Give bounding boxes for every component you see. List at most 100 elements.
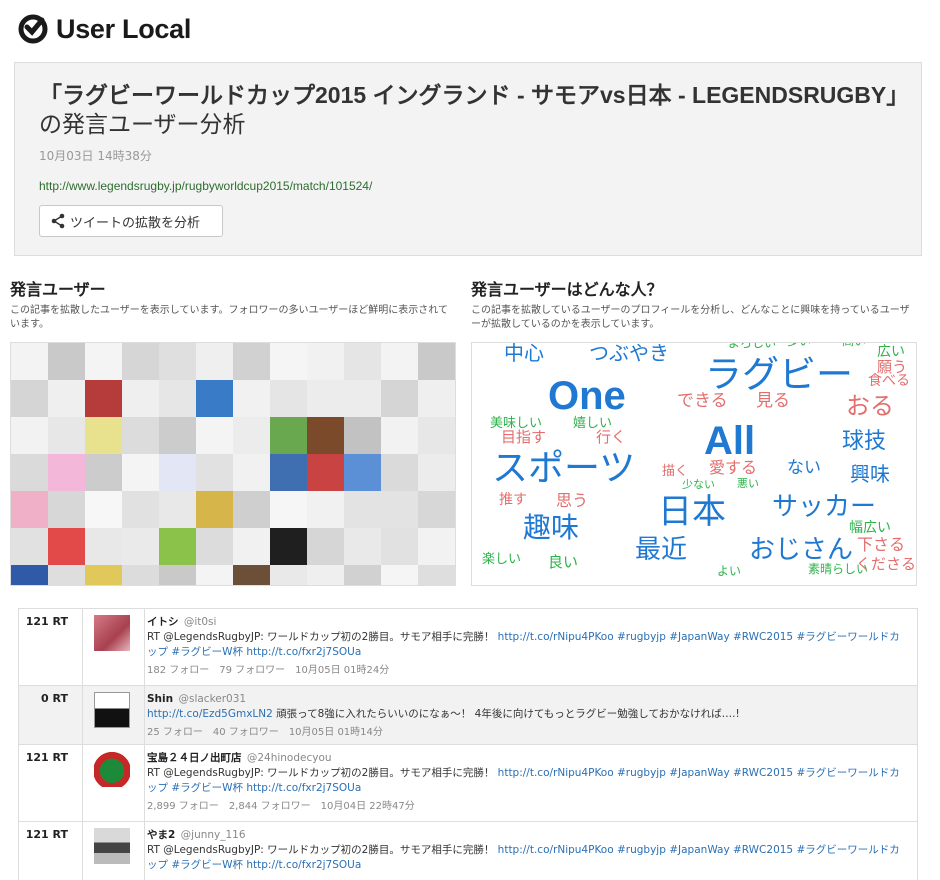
- word-cloud-term[interactable]: One: [548, 376, 626, 416]
- word-cloud-term[interactable]: 多い: [787, 343, 811, 347]
- word-cloud-term[interactable]: 楽しい: [482, 553, 521, 566]
- user-avatar-tile[interactable]: [270, 565, 307, 585]
- user-avatar-tile[interactable]: [196, 417, 233, 454]
- user-avatar-tile[interactable]: [159, 528, 196, 565]
- word-cloud-term[interactable]: 中心: [504, 343, 544, 363]
- word-cloud-term[interactable]: おじさん: [749, 537, 853, 563]
- user-avatar-tile[interactable]: [270, 454, 307, 491]
- word-cloud-term[interactable]: サッカー: [772, 494, 876, 520]
- tweet-user-handle[interactable]: @it0si: [184, 616, 217, 628]
- user-avatar-tile[interactable]: [11, 528, 48, 565]
- user-avatar-tile[interactable]: [307, 491, 344, 528]
- user-avatar-tile[interactable]: [233, 343, 270, 380]
- user-avatar-tile[interactable]: [196, 491, 233, 528]
- user-avatar-tile[interactable]: [48, 417, 85, 454]
- word-cloud-term[interactable]: 食べる: [868, 374, 910, 388]
- tweet-user-name[interactable]: イトシ: [147, 616, 179, 628]
- user-avatar-tile[interactable]: [418, 417, 455, 454]
- word-cloud-term[interactable]: 下さる: [857, 537, 905, 553]
- user-avatar-tile[interactable]: [85, 343, 122, 380]
- user-avatar-tile[interactable]: [159, 454, 196, 491]
- user-avatar-tile[interactable]: [307, 417, 344, 454]
- word-cloud-term[interactable]: All: [704, 421, 755, 461]
- tweet-user-handle[interactable]: @24hinodecyou: [247, 752, 332, 764]
- word-cloud-term[interactable]: 球技: [842, 431, 886, 453]
- user-avatar-tile[interactable]: [48, 565, 85, 585]
- user-avatar-tile[interactable]: [270, 528, 307, 565]
- user-avatar-tile[interactable]: [11, 565, 48, 585]
- user-avatar-tile[interactable]: [344, 528, 381, 565]
- user-avatar-tile[interactable]: [11, 343, 48, 380]
- user-avatar-tile[interactable]: [159, 491, 196, 528]
- word-cloud-term[interactable]: 興味: [850, 464, 890, 484]
- user-avatar-tile[interactable]: [418, 343, 455, 380]
- user-avatar-tile[interactable]: [233, 528, 270, 565]
- word-cloud-term[interactable]: よろしい: [728, 343, 776, 349]
- user-local-logo[interactable]: User Local: [18, 12, 191, 46]
- word-cloud-term[interactable]: できる: [677, 393, 728, 410]
- user-avatar-tile[interactable]: [233, 454, 270, 491]
- user-avatar-tile[interactable]: [307, 454, 344, 491]
- user-avatar-tile[interactable]: [122, 380, 159, 417]
- user-avatar-tile[interactable]: [381, 417, 418, 454]
- tweet-user-name[interactable]: 宝島２４日ノ出町店: [147, 752, 242, 764]
- user-avatar-tile[interactable]: [159, 380, 196, 417]
- word-cloud-term[interactable]: 幅広い: [849, 521, 891, 535]
- user-avatar-tile[interactable]: [122, 491, 159, 528]
- user-avatar-tile[interactable]: [381, 380, 418, 417]
- word-cloud-term[interactable]: よい: [717, 565, 741, 577]
- user-avatar-tile[interactable]: [159, 417, 196, 454]
- user-avatar-tile[interactable]: [122, 528, 159, 565]
- user-avatar-tile[interactable]: [307, 343, 344, 380]
- user-avatar-tile[interactable]: [159, 343, 196, 380]
- user-avatar-tile[interactable]: [418, 491, 455, 528]
- user-avatar-tile[interactable]: [85, 528, 122, 565]
- user-avatar-tile[interactable]: [233, 417, 270, 454]
- word-cloud-term[interactable]: 推す: [499, 493, 527, 507]
- user-avatar-tile[interactable]: [307, 528, 344, 565]
- word-cloud-term[interactable]: 悪い: [737, 478, 759, 489]
- user-avatar-tile[interactable]: [85, 491, 122, 528]
- user-avatar-tile[interactable]: [344, 454, 381, 491]
- user-avatar-tile[interactable]: [233, 565, 270, 585]
- analyze-spread-button[interactable]: ツイートの拡散を分析: [39, 205, 223, 237]
- user-avatar-tile[interactable]: [196, 380, 233, 417]
- user-avatar-tile[interactable]: [418, 380, 455, 417]
- user-avatar-tile[interactable]: [381, 491, 418, 528]
- user-avatar-tile[interactable]: [418, 454, 455, 491]
- user-avatar-tile[interactable]: [344, 343, 381, 380]
- user-avatar-tile[interactable]: [418, 565, 455, 585]
- tweet-user-name[interactable]: Shin: [147, 693, 173, 705]
- word-cloud-term[interactable]: ラグビー: [705, 356, 853, 393]
- word-cloud-term[interactable]: 思う: [556, 493, 588, 509]
- user-avatar-tile[interactable]: [11, 380, 48, 417]
- user-avatar-tile[interactable]: [196, 565, 233, 585]
- avatar[interactable]: [94, 751, 130, 787]
- user-avatar-tile[interactable]: [196, 528, 233, 565]
- word-cloud-term[interactable]: 日本: [658, 495, 726, 529]
- user-avatar-tile[interactable]: [48, 343, 85, 380]
- word-cloud-term[interactable]: ない: [787, 460, 821, 477]
- tweet-link[interactable]: http://t.co/Ezd5GmxLN2: [147, 708, 273, 720]
- word-cloud-term[interactable]: 描く: [662, 465, 688, 478]
- user-avatar-tile[interactable]: [11, 454, 48, 491]
- tweet-user-name[interactable]: やま2: [147, 829, 175, 841]
- user-avatar-tile[interactable]: [48, 528, 85, 565]
- word-cloud-term[interactable]: スポーツ: [492, 451, 635, 487]
- user-avatar-tile[interactable]: [270, 491, 307, 528]
- word-cloud-term[interactable]: 愛する: [709, 460, 757, 476]
- tweet-user-handle[interactable]: @junny_116: [181, 829, 246, 841]
- word-cloud-term[interactable]: 最近: [635, 537, 687, 563]
- user-avatar-tile[interactable]: [11, 491, 48, 528]
- user-avatar-tile[interactable]: [344, 565, 381, 585]
- user-avatar-tile[interactable]: [159, 565, 196, 585]
- word-cloud-term[interactable]: 趣味: [523, 514, 579, 542]
- user-avatar-tile[interactable]: [381, 454, 418, 491]
- word-cloud-term[interactable]: 広い: [877, 345, 905, 359]
- user-avatar-tile[interactable]: [196, 343, 233, 380]
- user-avatar-tile[interactable]: [381, 565, 418, 585]
- user-avatar-tile[interactable]: [48, 454, 85, 491]
- user-avatar-tile[interactable]: [307, 565, 344, 585]
- user-avatar-tile[interactable]: [11, 417, 48, 454]
- word-cloud-term[interactable]: 行く: [596, 430, 626, 445]
